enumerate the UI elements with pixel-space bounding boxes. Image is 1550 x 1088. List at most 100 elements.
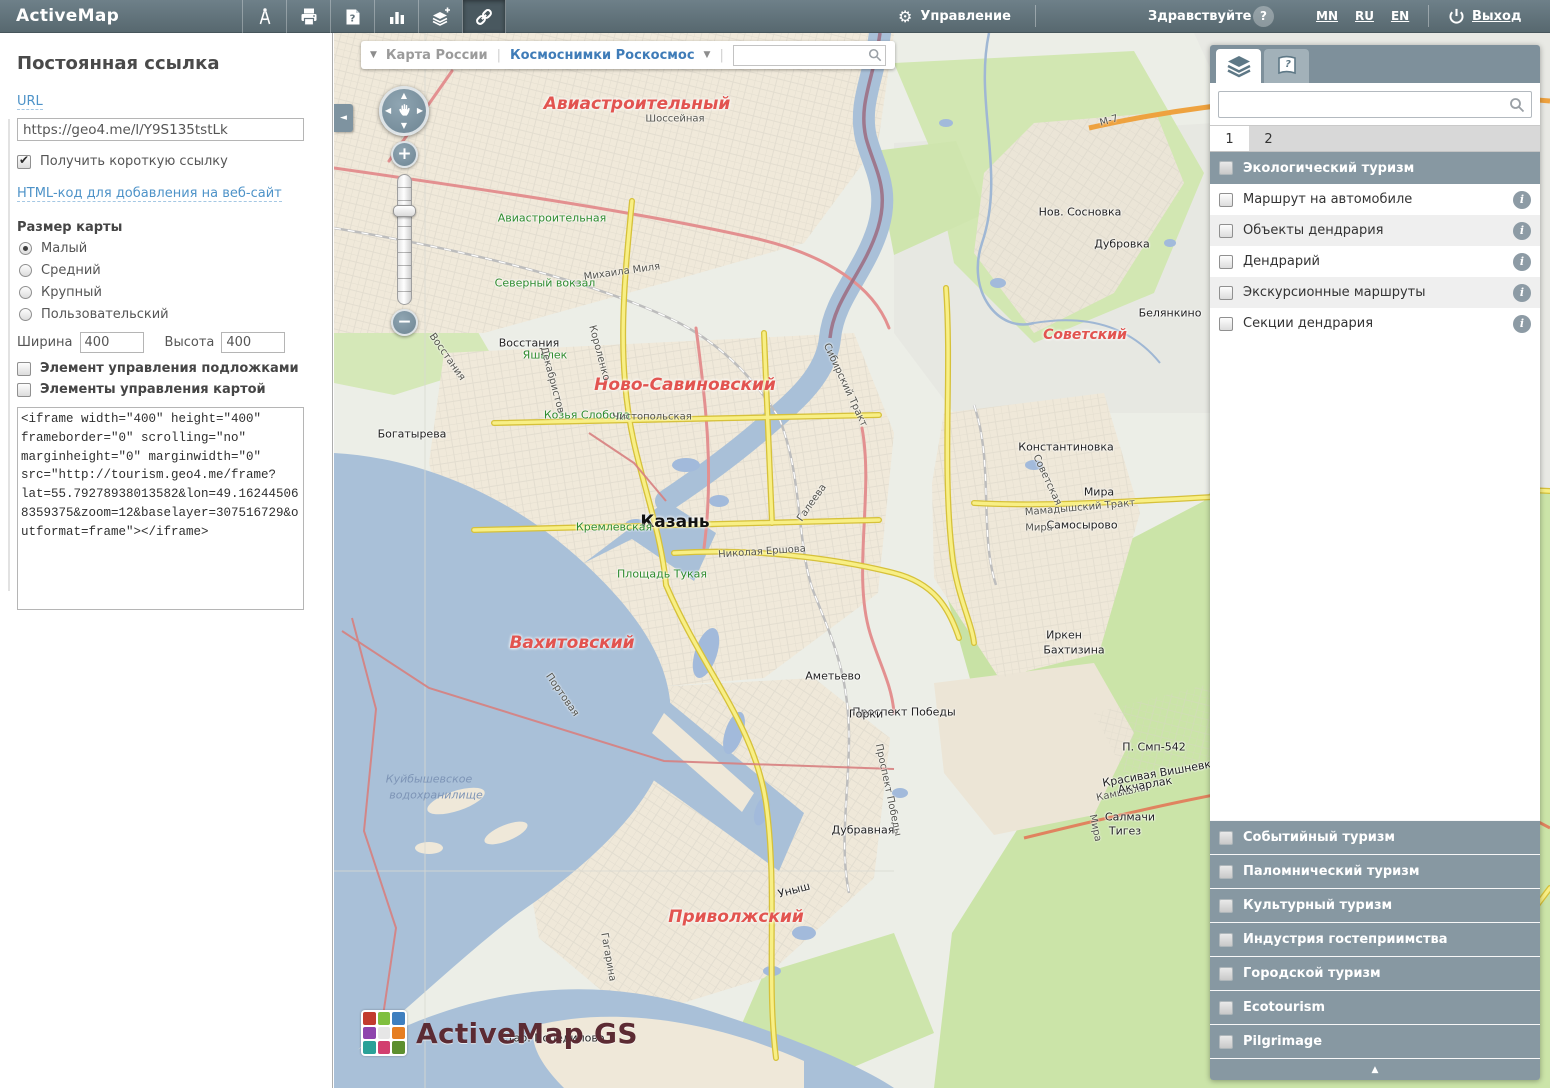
collapse-panel-button[interactable]: ◄	[334, 104, 353, 132]
printer-icon	[299, 7, 319, 27]
zoom-slider-handle[interactable]	[393, 205, 416, 217]
svg-text:?: ?	[349, 13, 355, 24]
size-option-medium: Средний	[19, 263, 316, 278]
tab-legend[interactable]: ?	[1264, 49, 1309, 83]
url-link[interactable]: URL	[17, 94, 43, 110]
layer-group-hospitality[interactable]: Индустрия гостеприимства	[1210, 922, 1540, 956]
size-option-large: Крупный	[19, 285, 316, 300]
print-button[interactable]	[286, 0, 330, 33]
baselayer-toolbar: ▼ Карта России | Космоснимки Роскосмос ▼…	[361, 41, 895, 69]
management-menu[interactable]: ⚙ Управление	[898, 0, 1011, 33]
info-icon[interactable]: i	[1513, 315, 1531, 333]
page-1-tab[interactable]: 1	[1210, 126, 1249, 151]
layer-checkbox[interactable]	[1219, 286, 1233, 300]
compass-icon	[255, 7, 275, 27]
zoom-in-button[interactable]: +	[391, 141, 418, 168]
size-large-label: Крупный	[41, 285, 102, 300]
layer-item-car-route[interactable]: Маршрут на автомобиле i	[1210, 184, 1540, 215]
layer-group-city-tourism[interactable]: Городской туризм	[1210, 956, 1540, 990]
short-link-row: Получить короткую ссылку	[17, 154, 316, 169]
layer-group-eco-tourism[interactable]: Экологический туризм	[1210, 152, 1540, 184]
layer-group-event-tourism[interactable]: Событийный туризм	[1210, 820, 1540, 854]
permalink-button[interactable]	[462, 0, 506, 33]
layer-checkbox[interactable]	[1219, 317, 1233, 331]
charts-button[interactable]	[374, 0, 418, 33]
layer-group-pilgrimage[interactable]: Pilgrimage	[1210, 1024, 1540, 1058]
measure-tool-button[interactable]	[242, 0, 286, 33]
group-label: Паломнический туризм	[1243, 864, 1419, 879]
lang-ru[interactable]: RU	[1355, 9, 1374, 23]
search-icon[interactable]	[1509, 97, 1525, 113]
baselayer-russia-map[interactable]: Карта России	[386, 48, 488, 63]
html-code-link[interactable]: HTML-код для добавления на веб-сайт	[17, 186, 282, 202]
info-icon[interactable]: i	[1513, 284, 1531, 302]
map-controls-row: Элементы управления картой	[17, 382, 316, 397]
group-checkbox[interactable]	[1219, 865, 1233, 879]
lang-en[interactable]: EN	[1391, 9, 1409, 23]
size-medium-radio[interactable]	[19, 264, 32, 277]
size-large-radio[interactable]	[19, 286, 32, 299]
add-layer-button[interactable]	[418, 0, 462, 33]
height-label: Высота	[165, 335, 215, 350]
power-icon	[1447, 7, 1466, 26]
size-medium-label: Средний	[41, 263, 101, 278]
embed-code-textarea[interactable]: <iframe width="400" height="400" framebo…	[17, 407, 304, 610]
group-checkbox[interactable]	[1219, 161, 1233, 175]
layers-search-row	[1210, 83, 1540, 125]
size-option-custom: Пользовательский	[19, 307, 316, 322]
group-checkbox[interactable]	[1219, 831, 1233, 845]
activemap-gs-logo-text: ActiveMap GS	[416, 1017, 638, 1050]
pan-down-icon[interactable]: ▼	[401, 122, 407, 130]
group-checkbox[interactable]	[1219, 933, 1233, 947]
map-search-box	[733, 45, 886, 66]
layer-checkbox[interactable]	[1219, 255, 1233, 269]
url-input[interactable]	[17, 118, 304, 141]
layer-label: Секции дендрария	[1243, 316, 1373, 331]
width-input[interactable]	[80, 332, 144, 353]
panel-collapse-button[interactable]: ▲	[1210, 1058, 1540, 1080]
info-icon[interactable]: i	[1513, 191, 1531, 209]
info-icon[interactable]: i	[1513, 253, 1531, 271]
search-icon[interactable]	[868, 48, 882, 62]
panel-title: Постоянная ссылка	[17, 53, 316, 74]
zoom-slider[interactable]	[397, 174, 412, 305]
pan-left-icon[interactable]: ◀	[385, 107, 391, 115]
baselayer-roscosmos[interactable]: Космоснимки Роскосмос	[510, 48, 695, 63]
layer-item-excursion-routes[interactable]: Экскурсионные маршруты i	[1210, 277, 1540, 308]
layer-item-arboretum-sections[interactable]: Секции дендрария i	[1210, 308, 1540, 339]
logout-button[interactable]: Выход	[1447, 0, 1521, 33]
chevron-down-icon[interactable]: ▼	[370, 50, 377, 60]
layer-checkbox[interactable]	[1219, 224, 1233, 238]
zoom-out-button[interactable]: −	[391, 309, 418, 336]
group-checkbox[interactable]	[1219, 967, 1233, 981]
group-checkbox[interactable]	[1219, 1001, 1233, 1015]
layer-group-pilgrimage-tourism[interactable]: Паломнический туризм	[1210, 854, 1540, 888]
map-size-label: Размер карты	[17, 220, 316, 235]
chevron-left-icon: ◄	[340, 113, 347, 123]
lang-mn[interactable]: MN	[1316, 9, 1338, 23]
layer-label: Экскурсионные маршруты	[1243, 285, 1426, 300]
page-2-tab[interactable]: 2	[1249, 126, 1288, 151]
map-search-input[interactable]	[737, 48, 868, 62]
layer-checkbox[interactable]	[1219, 193, 1233, 207]
guide-button[interactable]: ?	[330, 0, 374, 33]
layer-item-arboretum[interactable]: Дендрарий i	[1210, 246, 1540, 277]
layer-group-ecotourism[interactable]: Ecotourism	[1210, 990, 1540, 1024]
short-link-checkbox[interactable]	[17, 155, 31, 169]
info-icon[interactable]: i	[1513, 222, 1531, 240]
tab-layers[interactable]	[1216, 49, 1261, 83]
layers-search-input[interactable]	[1225, 97, 1509, 112]
size-small-radio[interactable]	[19, 242, 32, 255]
baselayer-control-checkbox[interactable]	[17, 362, 31, 376]
layer-group-cultural-tourism[interactable]: Культурный туризм	[1210, 888, 1540, 922]
pan-control[interactable]: ▲ ▼ ◀ ▶	[379, 86, 429, 136]
group-checkbox[interactable]	[1219, 899, 1233, 913]
group-checkbox[interactable]	[1219, 1035, 1233, 1049]
layer-item-arboretum-objects[interactable]: Объекты дендрария i	[1210, 215, 1540, 246]
size-custom-radio[interactable]	[19, 308, 32, 321]
chevron-down-icon[interactable]: ▼	[704, 50, 711, 60]
height-input[interactable]	[221, 332, 285, 353]
help-button[interactable]: ?	[1253, 6, 1274, 27]
pan-right-icon[interactable]: ▶	[417, 107, 423, 115]
map-controls-checkbox[interactable]	[17, 383, 31, 397]
